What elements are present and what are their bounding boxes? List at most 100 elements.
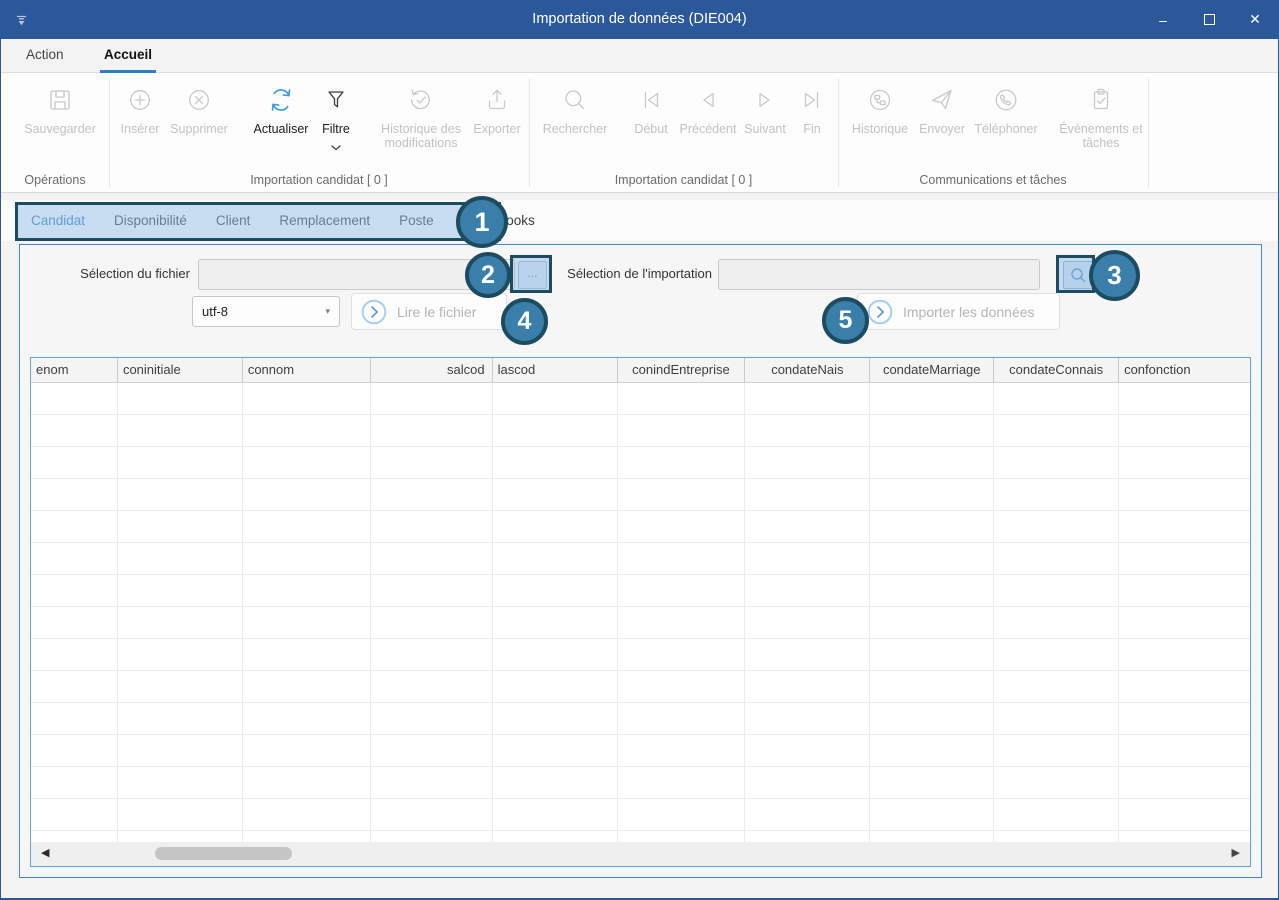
annotation-badge-2: 2 xyxy=(465,252,511,298)
ribbon-button-suivant[interactable]: Suivant xyxy=(740,86,790,136)
encoding-dropdown[interactable]: utf-8 ▾ xyxy=(192,296,340,327)
next-icon xyxy=(740,86,790,122)
grid-column-header[interactable]: condateNais xyxy=(745,358,870,382)
search-icon xyxy=(536,86,614,122)
title-bar: Importation de données (DIE004) – ✕ xyxy=(1,0,1278,39)
app-window: Importation de données (DIE004) – ✕ Acti… xyxy=(0,0,1279,900)
ribbon-button-label: Historique des modifications xyxy=(365,122,477,151)
chevron-down-icon: ▾ xyxy=(325,297,330,326)
scroll-left-arrow[interactable]: ◀ xyxy=(41,846,49,859)
import-selection-label: Sélection de l'importation xyxy=(540,266,712,281)
ribbon-button-label: Exporter xyxy=(466,122,528,136)
import-data-button[interactable]: Importer les données xyxy=(857,293,1060,330)
insert-icon xyxy=(111,86,169,122)
grid-column-header[interactable]: connom xyxy=(243,358,371,382)
import-data-label: Importer les données xyxy=(903,304,1035,320)
grid-column-header[interactable]: coninitiale xyxy=(118,358,243,382)
ribbon-button-supprimer[interactable]: Supprimer xyxy=(163,86,235,136)
grid-column-header[interactable]: condateConnais xyxy=(994,358,1119,382)
window-controls: – ✕ xyxy=(1140,0,1278,39)
minimize-icon: – xyxy=(1159,12,1167,28)
ribbon-button-historique[interactable]: Historique xyxy=(843,86,917,136)
grid-column-header[interactable]: salcod xyxy=(371,358,493,382)
grid-column-header[interactable]: conindEntreprise xyxy=(618,358,746,382)
ribbon-button-label: Actualiser xyxy=(243,122,319,136)
ribbon-divider xyxy=(109,79,110,187)
phone-icon xyxy=(970,86,1042,122)
circle-chevron-right-icon xyxy=(867,299,893,325)
ribbon-button-precedent[interactable]: Précédent xyxy=(673,86,743,136)
ribbon-button-filtre[interactable]: Filtre xyxy=(312,86,360,156)
read-file-button[interactable]: Lire le fichier xyxy=(351,293,507,330)
menu-accueil[interactable]: Accueil xyxy=(100,39,156,73)
grid-body-column xyxy=(994,383,1119,843)
grid-body xyxy=(31,383,1250,843)
grid-body-column xyxy=(31,383,118,843)
ribbon-button-label: Fin xyxy=(795,122,829,136)
export-icon xyxy=(466,86,528,122)
refresh-icon xyxy=(243,86,319,122)
ribbon-divider xyxy=(838,79,839,187)
encoding-value: utf-8 xyxy=(202,304,228,319)
minimize-button[interactable]: – xyxy=(1140,0,1186,39)
ribbon-button-telephoner[interactable]: Téléphoner xyxy=(970,86,1042,136)
ribbon-button-label: Précédent xyxy=(673,122,743,136)
close-icon: ✕ xyxy=(1249,11,1261,28)
ribbon-group-caption: Opérations xyxy=(1,173,109,187)
scroll-right-arrow[interactable]: ▶ xyxy=(1232,846,1240,859)
grid-body-column xyxy=(618,383,746,843)
filter-icon xyxy=(312,86,360,122)
grid-column-header[interactable]: confonction xyxy=(1119,358,1250,382)
ribbon-group-caption: Importation candidat [ 0 ] xyxy=(529,173,838,187)
data-grid: enom coninitiale connom salcod lascod co… xyxy=(30,357,1251,867)
ribbon-button-rechercher[interactable]: Rechercher xyxy=(536,86,614,136)
ribbon-button-sauvegarder[interactable]: Sauvegarder xyxy=(15,86,105,136)
ribbon-button-label: Rechercher xyxy=(536,122,614,136)
chevron-down-icon xyxy=(312,138,360,156)
ribbon-button-inserer[interactable]: Insérer xyxy=(111,86,169,136)
clipboard-check-icon xyxy=(1053,86,1149,122)
previous-icon xyxy=(673,86,743,122)
grid-body-column xyxy=(1119,383,1250,843)
menu-bar: Action Accueil ? xyxy=(1,39,1278,73)
ribbon-button-evenements-taches[interactable]: Événements et tâches xyxy=(1053,86,1149,151)
ribbon: Sauvegarder Insérer Supprimer Actualiser… xyxy=(1,73,1278,193)
history-check-icon xyxy=(365,86,477,122)
grid-body-column xyxy=(493,383,618,843)
annotation-box-2 xyxy=(510,255,552,293)
ribbon-button-label: Envoyer xyxy=(912,122,972,136)
close-button[interactable]: ✕ xyxy=(1232,0,1278,39)
ribbon-button-historique-modifications[interactable]: Historique des modifications xyxy=(365,86,477,151)
grid-column-header[interactable]: lascod xyxy=(493,358,618,382)
scrollbar-thumb[interactable] xyxy=(155,847,292,860)
save-icon xyxy=(15,86,105,122)
grid-body-column xyxy=(243,383,371,843)
maximize-icon xyxy=(1204,14,1215,25)
ribbon-button-label: Début xyxy=(627,122,675,136)
import-selection-input[interactable] xyxy=(718,259,1040,290)
annotation-badge-1: 1 xyxy=(456,196,508,248)
grid-column-header[interactable]: enom xyxy=(31,358,118,382)
window-title: Importation de données (DIE004) xyxy=(1,0,1278,39)
ribbon-group-caption: Communications et tâches xyxy=(838,173,1148,187)
ribbon-button-envoyer[interactable]: Envoyer xyxy=(912,86,972,136)
ribbon-button-debut[interactable]: Début xyxy=(627,86,675,136)
circle-chevron-right-icon xyxy=(361,299,387,325)
maximize-button[interactable] xyxy=(1186,0,1232,39)
ribbon-group-caption: Importation candidat [ 0 ] xyxy=(109,173,529,187)
skip-end-icon xyxy=(795,86,829,122)
annotation-badge-4: 4 xyxy=(501,298,548,345)
ribbon-button-fin[interactable]: Fin xyxy=(795,86,829,136)
annotation-badge-3: 3 xyxy=(1089,250,1140,301)
content-panel: Sélection du fichier ... Sélection de l'… xyxy=(19,244,1262,878)
annotation-box-1 xyxy=(15,202,501,241)
communications-history-icon xyxy=(843,86,917,122)
ribbon-button-actualiser[interactable]: Actualiser xyxy=(243,86,319,136)
grid-body-column xyxy=(745,383,870,843)
grid-column-header[interactable]: condateMarriage xyxy=(870,358,994,382)
ribbon-button-exporter[interactable]: Exporter xyxy=(466,86,528,136)
delete-icon xyxy=(163,86,235,122)
horizontal-scrollbar[interactable]: ◀ ▶ xyxy=(31,842,1250,866)
grid-body-column xyxy=(371,383,493,843)
menu-action[interactable]: Action xyxy=(22,39,68,73)
